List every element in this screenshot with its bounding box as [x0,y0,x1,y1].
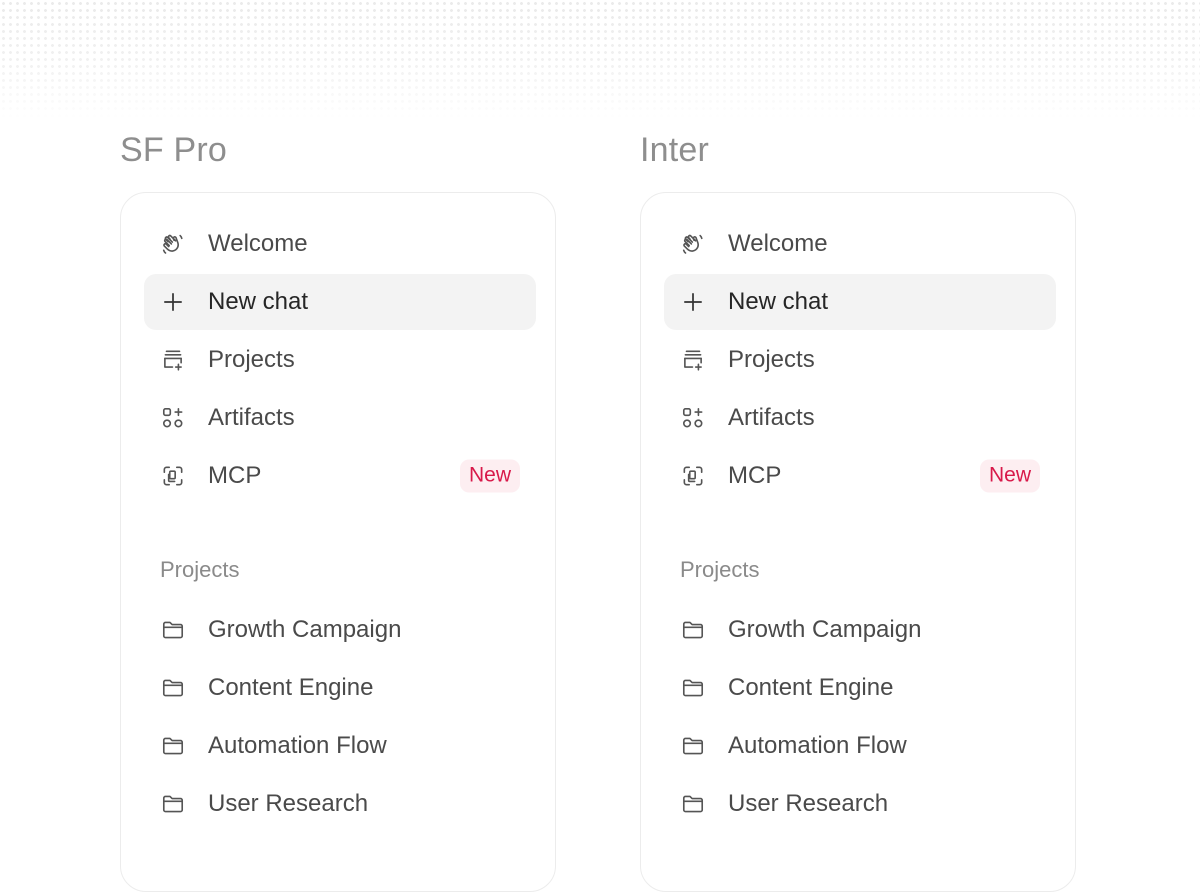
project-item[interactable]: User Research [144,776,536,832]
nav-item-label: Projects [728,346,815,373]
project-item[interactable]: Growth Campaign [144,602,536,658]
project-item[interactable]: Growth Campaign [664,602,1056,658]
dotted-header-pattern [0,0,1200,120]
projects-list: Growth Campaign Content Engine Automatio… [144,602,536,834]
sidebar-nav: Welcome New chat Projects Artifacts MCP … [144,216,536,506]
projects-section-title: Projects [160,557,240,582]
nav-item-label: New chat [728,288,829,315]
sidebar-panel: Welcome New chat Projects Artifacts MCP … [640,192,1076,892]
wave-icon [680,231,706,257]
projects-icon [680,347,706,373]
project-item[interactable]: User Research [664,776,1056,832]
mcp-icon [680,463,706,489]
nav-item-label: MCP [728,462,782,489]
nav-item-projects[interactable]: Projects [664,332,1056,388]
nav-item-label: Artifacts [208,404,295,431]
nav-item-projects[interactable]: Projects [144,332,536,388]
folder-icon [680,617,706,643]
project-label: Content Engine [208,674,374,701]
artifacts-icon [680,405,706,431]
project-label: Content Engine [728,674,894,701]
nav-item-label: Welcome [728,230,828,257]
nav-item-label: MCP [208,462,262,489]
nav-item-welcome[interactable]: Welcome [144,216,536,272]
project-item[interactable]: Automation Flow [664,718,1056,774]
sidebar-nav: Welcome New chat Projects Artifacts MCP … [664,216,1056,506]
projects-list: Growth Campaign Content Engine Automatio… [664,602,1056,834]
nav-item-artifacts[interactable]: Artifacts [664,390,1056,446]
nav-item-new-chat[interactable]: New chat [144,274,536,330]
sidebar-panel: Welcome New chat Projects Artifacts MCP … [120,192,556,892]
project-label: Growth Campaign [728,616,922,643]
nav-item-label: New chat [208,288,309,315]
folder-icon [680,675,706,701]
new-badge: New [459,459,520,493]
nav-item-mcp[interactable]: MCP New [144,448,536,504]
nav-item-artifacts[interactable]: Artifacts [144,390,536,446]
project-item[interactable]: Content Engine [144,660,536,716]
wave-icon [160,231,186,257]
nav-item-new-chat[interactable]: New chat [664,274,1056,330]
folder-icon [160,617,186,643]
projects-section-title: Projects [680,557,760,582]
project-label: Automation Flow [208,732,387,759]
nav-item-mcp[interactable]: MCP New [664,448,1056,504]
folder-icon [160,675,186,701]
plus-icon [160,289,186,315]
plus-icon [680,289,706,315]
font-column-left: SF Pro Welcome New chat Projects Artifac… [120,128,560,892]
project-label: User Research [728,790,889,817]
font-label: SF Pro [120,131,228,169]
mcp-icon [160,463,186,489]
folder-icon [160,733,186,759]
font-column-right: Inter Welcome New chat Projects Artifact… [640,128,1080,892]
projects-icon [160,347,186,373]
project-item[interactable]: Automation Flow [144,718,536,774]
nav-item-label: Projects [208,346,295,373]
folder-icon [680,791,706,817]
nav-item-welcome[interactable]: Welcome [664,216,1056,272]
new-badge: New [979,459,1040,493]
project-item[interactable]: Content Engine [664,660,1056,716]
folder-icon [680,733,706,759]
project-label: User Research [208,790,369,817]
artifacts-icon [160,405,186,431]
nav-item-label: Welcome [208,230,308,257]
font-label: Inter [640,131,710,169]
project-label: Growth Campaign [208,616,402,643]
folder-icon [160,791,186,817]
project-label: Automation Flow [728,732,907,759]
nav-item-label: Artifacts [728,404,815,431]
